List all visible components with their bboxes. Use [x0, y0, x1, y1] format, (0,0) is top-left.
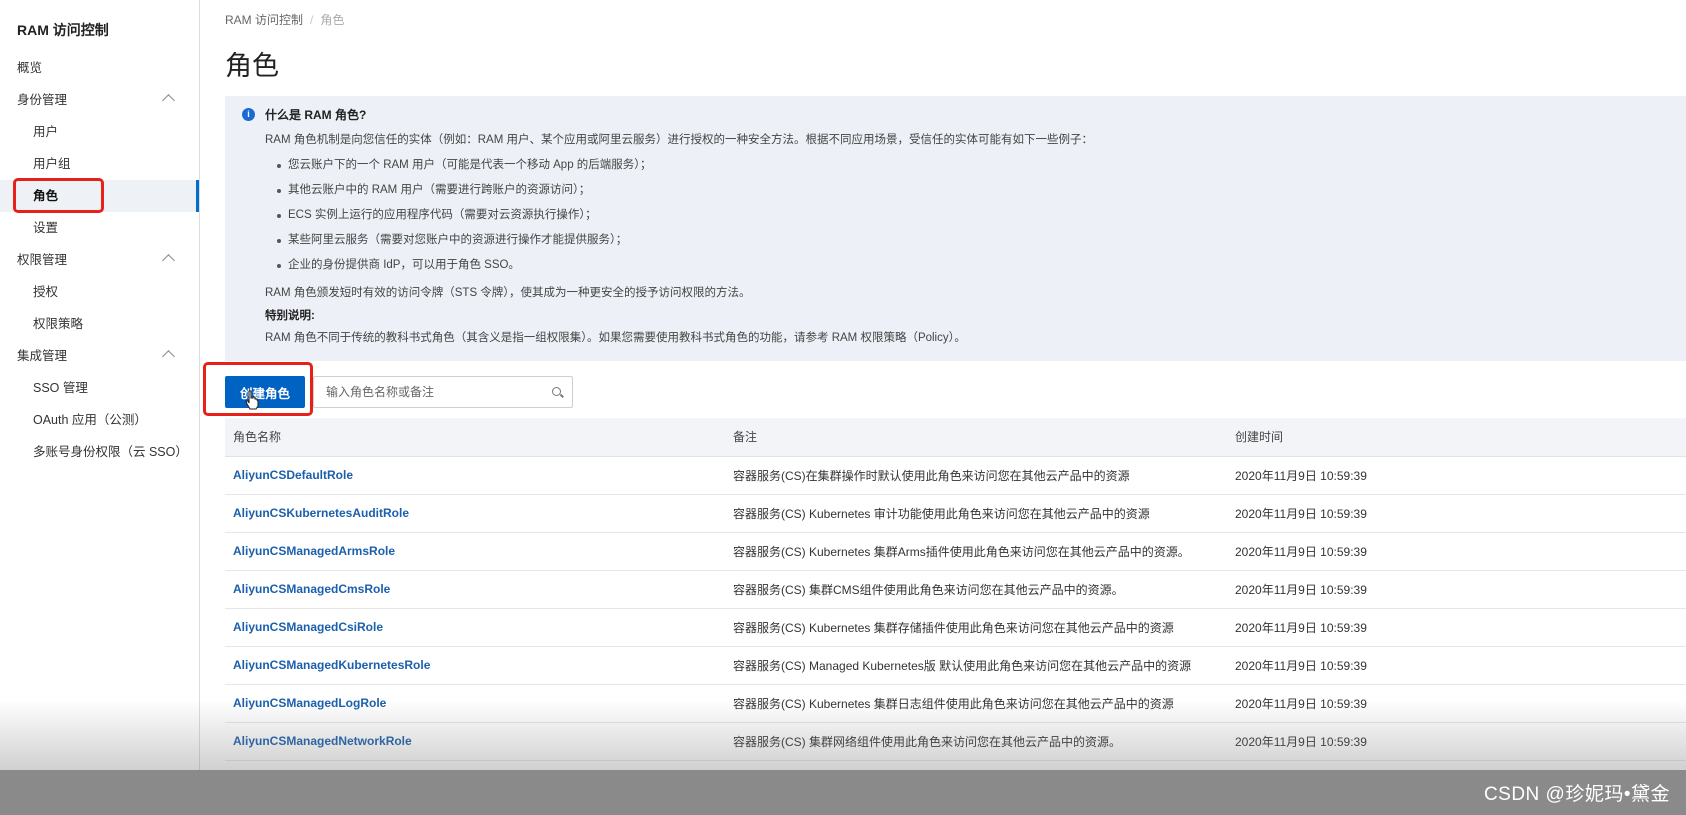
info-intro: RAM 角色机制是向您信任的实体（例如：RAM 用户、某个应用或阿里云服务）进行… — [265, 134, 1093, 146]
role-name-link[interactable]: AliyunCSManagedNetworkRole — [225, 722, 725, 761]
role-name-link[interactable]: AliyunCSManagedLogRole — [225, 684, 725, 723]
sidebar-group-label: 集成管理 — [17, 349, 68, 363]
sidebar-item-sso[interactable]: SSO 管理 — [0, 372, 199, 404]
role-name-link[interactable]: AliyunCSDefaultRole — [225, 456, 725, 495]
info-bullet: 您云账户下的一个 RAM 用户（可能是代表一个移动 App 的后端服务）； — [265, 153, 1686, 178]
role-name-link[interactable]: AliyunCSKubernetesAuditRole — [225, 494, 725, 533]
main-content: RAM 访问控制 / 角色 角色 i 什么是 RAM 角色? RAM 角色机制是向您… — [200, 0, 1686, 770]
breadcrumb-root[interactable]: RAM 访问控制 — [225, 13, 303, 27]
table-row: AliyunCSManagedCmsRole 容器服务(CS) 集群CMS组件使用… — [225, 570, 1686, 609]
sidebar-item-oauth[interactable]: OAuth 应用（公测） — [0, 404, 199, 436]
role-note: 容器服务(CS) Kubernetes 集群日志组件使用此角色来访问您在其他云产… — [725, 684, 1227, 723]
sidebar-item-cloud-sso[interactable]: 多账号身份权限（云 SSO） — [0, 436, 199, 468]
info-bullet: 其他云账户中的 RAM 用户（需要进行跨账户的资源访问）； — [265, 178, 1686, 203]
role-name-link[interactable]: AliyunCSManagedCmsRole — [225, 570, 725, 609]
table-header-row: 角色名称 备注 创建时间 — [225, 418, 1686, 457]
table-row: AliyunCSManagedCsiRole 容器服务(CS) Kubernete… — [225, 608, 1686, 647]
breadcrumb-current: 角色 — [320, 13, 345, 27]
sidebar-group-integration[interactable]: 集成管理 — [0, 340, 199, 372]
roles-table: 角色名称 备注 创建时间 AliyunCSDefaultRole 容器服务(CS)… — [225, 418, 1686, 761]
sidebar-item-roles[interactable]: 角色 — [0, 180, 199, 212]
role-note: 容器服务(CS) Kubernetes 集群存储插件使用此角色来访问您在其他云产… — [725, 608, 1227, 647]
info-bullet: 企业的身份提供商 IdP，可以用于角色 SSO。 — [265, 253, 1686, 278]
info-note-title: 特别说明: — [265, 310, 315, 322]
sidebar-item-grants[interactable]: 授权 — [0, 276, 199, 308]
sidebar-group-label: 身份管理 — [17, 93, 68, 107]
role-name-link[interactable]: AliyunCSManagedCsiRole — [225, 608, 725, 647]
sidebar-item-settings[interactable]: 设置 — [0, 212, 199, 244]
role-note: 容器服务(CS) Managed Kubernetes版 默认使用此角色来访问您… — [725, 646, 1227, 685]
info-panel: i 什么是 RAM 角色? RAM 角色机制是向您信任的实体（例如：RAM 用户… — [225, 96, 1686, 361]
table-row: AliyunCSManagedKubernetesRole 容器服务(CS) Ma… — [225, 646, 1686, 685]
chevron-up-icon — [162, 254, 175, 267]
search-box — [313, 376, 573, 408]
role-created-time: 2020年11月9日 10:59:39 — [1227, 608, 1686, 647]
sidebar-item-policies[interactable]: 权限策略 — [0, 308, 199, 340]
sidebar-item-users[interactable]: 用户 — [0, 116, 199, 148]
bottom-bar — [0, 770, 1686, 815]
info-title: 什么是 RAM 角色? — [265, 108, 367, 122]
hand-cursor-icon — [245, 390, 259, 410]
role-name-link[interactable]: AliyunCSManagedArmsRole — [225, 532, 725, 571]
sidebar-group-label: 权限管理 — [17, 253, 68, 267]
role-created-time: 2020年11月9日 10:59:39 — [1227, 684, 1686, 723]
column-header-note[interactable]: 备注 — [725, 418, 1227, 457]
sidebar-item-user-groups[interactable]: 用户组 — [0, 148, 199, 180]
role-created-time: 2020年11月9日 10:59:39 — [1227, 646, 1686, 685]
table-row: AliyunCSManagedArmsRole 容器服务(CS) Kubernet… — [225, 532, 1686, 571]
info-list: 您云账户下的一个 RAM 用户（可能是代表一个移动 App 的后端服务）； 其他… — [265, 153, 1686, 278]
table-row: AliyunCSManagedNetworkRole 容器服务(CS) 集群网络组… — [225, 722, 1686, 761]
role-created-time: 2020年11月9日 10:59:39 — [1227, 570, 1686, 609]
sidebar-item-overview[interactable]: 概览 — [0, 52, 199, 84]
search-icon[interactable] — [552, 387, 561, 396]
role-name-link[interactable]: AliyunCSManagedKubernetesRole — [225, 646, 725, 685]
column-header-created[interactable]: 创建时间 — [1227, 418, 1686, 457]
app-title: RAM 访问控制 — [17, 22, 109, 38]
sidebar-group-permissions[interactable]: 权限管理 — [0, 244, 199, 276]
chevron-up-icon — [162, 94, 175, 107]
column-header-name[interactable]: 角色名称 — [225, 418, 725, 457]
info-bullet: 某些阿里云服务（需要对您账户中的资源进行操作才能提供服务）； — [265, 228, 1686, 253]
search-input[interactable] — [314, 377, 534, 407]
role-created-time: 2020年11月9日 10:59:39 — [1227, 532, 1686, 571]
table-row: AliyunCSDefaultRole 容器服务(CS)在集群操作时默认使用此角色… — [225, 456, 1686, 495]
chevron-up-icon — [162, 350, 175, 363]
role-note: 容器服务(CS) 集群网络组件使用此角色来访问您在其他云产品中的资源。 — [725, 722, 1227, 761]
breadcrumb-separator: / — [310, 13, 314, 27]
role-created-time: 2020年11月9日 10:59:39 — [1227, 456, 1686, 495]
sidebar: RAM 访问控制 概览 身份管理 用户 用户组 角色 设置 权限管理 授权 权限… — [0, 0, 200, 770]
info-note: RAM 角色不同于传统的教科书式角色（其含义是指一组权限集）。如果您需要使用教科… — [265, 332, 966, 344]
info-sts: RAM 角色颁发短时有效的访问令牌（STS 令牌），使其成为一种更安全的授予访问… — [265, 287, 751, 299]
role-created-time: 2020年11月9日 10:59:39 — [1227, 494, 1686, 533]
role-created-time: 2020年11月9日 10:59:39 — [1227, 722, 1686, 761]
role-note: 容器服务(CS) Kubernetes 集群Arms插件使用此角色来访问您在其他… — [725, 532, 1227, 571]
create-role-button[interactable]: 创建角色 — [225, 376, 305, 408]
info-icon: i — [242, 108, 255, 121]
table-row: AliyunCSKubernetesAuditRole 容器服务(CS) Kube… — [225, 494, 1686, 533]
role-note: 容器服务(CS) Kubernetes 审计功能使用此角色来访问您在其他云产品中… — [725, 494, 1227, 533]
info-bullet: ECS 实例上运行的应用程序代码（需要对云资源执行操作）； — [265, 203, 1686, 228]
breadcrumb: RAM 访问控制 / 角色 — [225, 11, 344, 28]
role-note: 容器服务(CS) 集群CMS组件使用此角色来访问您在其他云产品中的资源。 — [725, 570, 1227, 609]
table-row: AliyunCSManagedLogRole 容器服务(CS) Kubernete… — [225, 684, 1686, 723]
role-note: 容器服务(CS)在集群操作时默认使用此角色来访问您在其他云产品中的资源 — [725, 456, 1227, 495]
page-title: 角色 — [225, 51, 279, 81]
watermark: CSDN @珍妮玛•黛金 — [1483, 784, 1670, 805]
sidebar-group-identity[interactable]: 身份管理 — [0, 84, 199, 116]
